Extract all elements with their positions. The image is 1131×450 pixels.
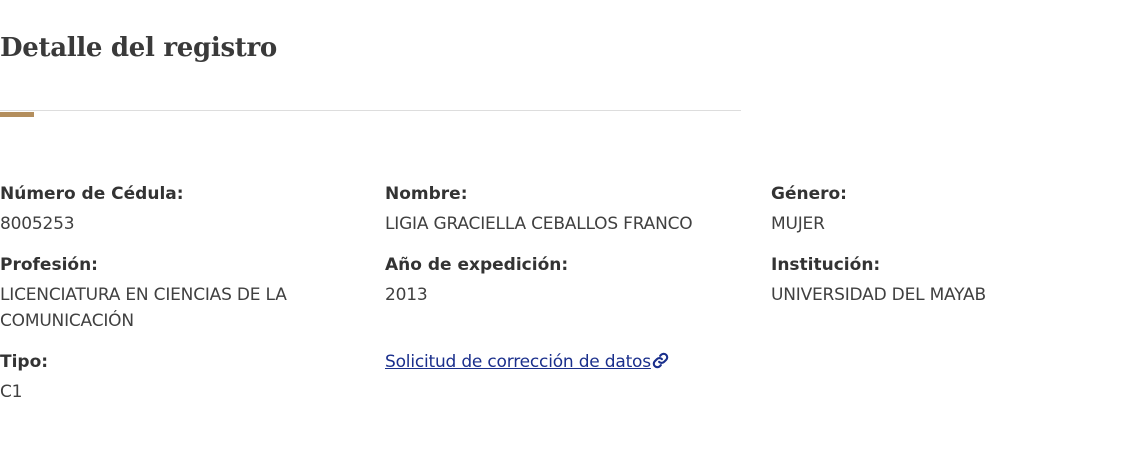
tipo-label: Tipo: [0, 352, 49, 372]
anio-label: Año de expedición: [385, 255, 569, 275]
tipo-value: C1 [0, 382, 23, 402]
field-genero: Género: MUJER [771, 183, 1111, 237]
nombre-label: Nombre: [385, 184, 468, 204]
field-tipo: Tipo: C1 [0, 351, 330, 405]
genero-label: Género: [771, 184, 847, 204]
field-nombre: Nombre: LIGIA GRACIELLA CEBALLOS FRANCO [385, 183, 745, 237]
profesion-value: LICENCIATURA EN CIENCIAS DE LA COMUNICAC… [0, 285, 287, 331]
institucion-label: Institución: [771, 255, 881, 275]
field-profesion: Profesión: LICENCIATURA EN CIENCIAS DE L… [0, 254, 300, 334]
field-anio-expedicion: Año de expedición: 2013 [385, 254, 745, 308]
cedula-value: 8005253 [0, 214, 75, 234]
title-accent-bar [0, 112, 34, 117]
field-cedula: Número de Cédula: 8005253 [0, 183, 330, 237]
title-divider [0, 110, 741, 111]
field-institucion: Institución: UNIVERSIDAD DEL MAYAB [771, 254, 1111, 308]
nombre-value: LIGIA GRACIELLA CEBALLOS FRANCO [385, 214, 693, 234]
correction-request-label: Solicitud de corrección de datos [385, 352, 651, 372]
cedula-label: Número de Cédula: [0, 184, 184, 204]
link-icon [652, 352, 669, 376]
profesion-label: Profesión: [0, 255, 98, 275]
genero-value: MUJER [771, 214, 825, 234]
anio-value: 2013 [385, 285, 428, 305]
institucion-value: UNIVERSIDAD DEL MAYAB [771, 285, 986, 305]
correction-request-link[interactable]: Solicitud de corrección de datos [385, 350, 669, 376]
page-title: Detalle del registro [0, 33, 277, 63]
